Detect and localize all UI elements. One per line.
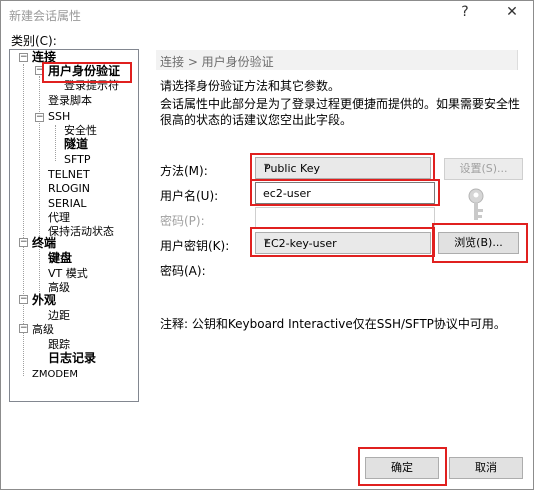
tree-item-ssh[interactable]: SSH (48, 110, 70, 123)
tree-item-login-script[interactable]: 登录脚本 (48, 94, 92, 107)
description-line-2: 会话属性中此部分是为了登录过程更便捷而提供的。如果需要安全性 (160, 97, 521, 111)
tree-connector (55, 125, 56, 161)
tree-item-login-prompts[interactable]: 登录提示符 (64, 79, 119, 92)
cancel-button[interactable]: 取消 (449, 457, 523, 479)
title-bar: 新建会话属性 ? ✕ (1, 1, 533, 27)
tree-expander[interactable]: − (19, 238, 28, 247)
ok-button[interactable]: 确定 (365, 457, 439, 479)
tree-item-rlogin[interactable]: RLOGIN (48, 182, 90, 195)
tree-item-telnet[interactable]: TELNET (48, 168, 90, 181)
tree-item-trace[interactable]: 跟踪 (48, 338, 70, 351)
category-tree[interactable]: − − − − − − 连接 用户身份验证 登录提示符 登录脚本 SSH 安全性… (9, 49, 139, 402)
tree-item-appearance[interactable]: 外观 (32, 294, 56, 307)
description-line-3: 很高的状态的话建议您空出此字段。 (160, 113, 353, 127)
username-label: 用户名(U): (160, 189, 219, 203)
tree-expander[interactable]: − (19, 324, 28, 333)
browse-button[interactable]: 浏览(B)... (438, 232, 519, 254)
password-label: 密码(P): (160, 214, 205, 228)
tree-item-sftp[interactable]: SFTP (64, 153, 90, 166)
key-icon (468, 188, 484, 220)
tree-item-proxy[interactable]: 代理 (48, 211, 70, 224)
tree-item-user-auth[interactable]: 用户身份验证 (48, 65, 120, 78)
tree-item-terminal[interactable]: 终端 (32, 237, 56, 250)
chevron-down-icon: ▾ (264, 236, 270, 247)
category-label: 类别(C): (11, 34, 57, 48)
tree-item-vt-mode[interactable]: VT 模式 (48, 267, 88, 280)
tree-item-connection[interactable]: 连接 (32, 51, 56, 64)
user-key-select[interactable]: EC2-key-user ▾ (255, 232, 431, 254)
tree-connector (39, 76, 40, 306)
tree-expander[interactable]: − (19, 295, 28, 304)
tree-expander[interactable]: − (19, 53, 28, 62)
tree-item-serial[interactable]: SERIAL (48, 197, 86, 210)
tree-item-advanced[interactable]: 高级 (32, 323, 54, 336)
breadcrumb-text: 连接 > 用户身份验证 (160, 55, 274, 69)
description-line-1: 请选择身份验证方法和其它参数。 (160, 79, 341, 93)
method-label: 方法(M): (160, 164, 208, 178)
dialog-window: 新建会话属性 ? ✕ 类别(C): − − − − − − 连接 用户身份验证 … (0, 0, 534, 490)
tree-expander[interactable]: − (35, 113, 44, 122)
breadcrumb: 连接 > 用户身份验证 (156, 50, 518, 70)
tree-item-keep-alive[interactable]: 保持活动状态 (48, 225, 114, 238)
passphrase-label: 密码(A): (160, 264, 206, 278)
close-icon[interactable]: ✕ (501, 4, 523, 24)
chevron-down-icon: ▾ (264, 161, 270, 172)
note-text: 注释: 公钥和Keyboard Interactive仅在SSH/SFTP协议中… (160, 317, 506, 331)
tree-item-security[interactable]: 安全性 (64, 124, 97, 137)
username-field[interactable]: ec2-user (255, 182, 435, 204)
tree-item-tunneling[interactable]: 隧道 (64, 138, 88, 151)
window-title: 新建会话属性 (9, 9, 82, 23)
tree-item-logging[interactable]: 日志记录 (48, 352, 96, 365)
password-field[interactable] (255, 207, 435, 229)
help-icon[interactable]: ? (454, 4, 476, 24)
username-value: ec2-user (263, 187, 311, 200)
tree-expander[interactable]: − (35, 66, 44, 75)
method-select[interactable]: Public Key ▾ (255, 157, 431, 179)
tree-item-zmodem[interactable]: ZMODEM (32, 368, 78, 381)
tree-item-keyboard[interactable]: 键盘 (48, 252, 72, 265)
tree-item-margins[interactable]: 边距 (48, 309, 70, 322)
user-key-label: 用户密钥(K): (160, 239, 230, 253)
setup-button[interactable]: 设置(S)... (444, 158, 523, 180)
